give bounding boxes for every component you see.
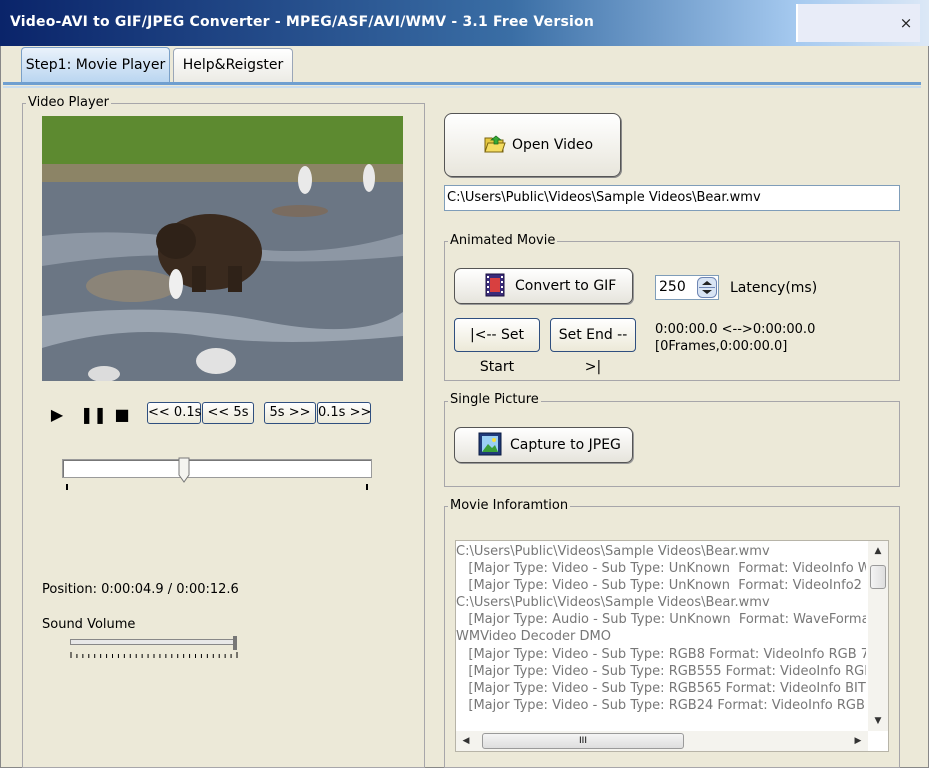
volume-ticks (70, 652, 238, 658)
info-line: C:\Users\Public\Videos\Sample Videos\Bea… (456, 544, 770, 559)
horizontal-scroll-thumb[interactable]: III (482, 733, 684, 749)
latency-spinner[interactable] (697, 277, 717, 298)
range-readout: 0:00:00.0 <-->0:00:00.0 [0Frames,0:00:00… (655, 321, 815, 355)
info-line: [Major Type: Video - Sub Type: RGB8 Form… (456, 646, 866, 662)
volume-slider[interactable] (70, 639, 236, 645)
info-line: WMVideo Decoder DMO (456, 629, 611, 645)
tab-help-register[interactable]: Help&Reigster (173, 48, 293, 82)
scroll-up-arrow-icon[interactable]: ▲ (868, 541, 888, 561)
range-frames: [0Frames,0:00:00.0] (655, 339, 788, 354)
open-folder-icon (484, 135, 506, 153)
movie-information-label: Movie Inforamtion (448, 498, 571, 513)
animated-movie-label: Animated Movie (448, 233, 558, 248)
scroll-down-arrow-icon[interactable]: ▼ (868, 711, 888, 731)
convert-to-gif-label: Convert to GIF (515, 278, 617, 294)
position-readout: Position: 0:00:04.9 / 0:00:12.6 (42, 582, 239, 597)
open-video-label: Open Video (512, 137, 594, 153)
capture-to-jpeg-label: Capture to JPEG (510, 437, 621, 453)
film-icon (485, 273, 505, 297)
info-lines: C:\Users\Public\Videos\Sample Videos\Bea… (456, 543, 866, 733)
step-back-0.1s-button[interactable]: << 0.1s (147, 402, 201, 424)
slider-tick (366, 484, 368, 490)
set-end-button[interactable]: Set End -->| (550, 318, 636, 375)
video-path-field[interactable]: C:\Users\Public\Videos\Sample Videos\Bea… (444, 185, 900, 211)
play-icon[interactable]: ▶ (48, 406, 66, 424)
video-player-label: Video Player (26, 95, 112, 110)
tab-underline-light (3, 86, 921, 88)
info-line: [Major Type: Video - Sub Type: RGB565 Fo… (456, 680, 866, 696)
horizontal-scrollbar[interactable]: ◀ III ▶ (456, 731, 868, 751)
close-button[interactable]: × (896, 13, 916, 33)
info-line: C:\Users\Public\Videos\Sample Videos\Bea… (456, 595, 770, 611)
info-line: [Major Type: Video - Sub Type: UnKnown F… (456, 578, 866, 594)
latency-label: Latency(ms) (730, 280, 818, 296)
picture-icon (478, 432, 502, 456)
stop-icon[interactable]: ■ (112, 406, 132, 424)
step-forward-0.1s-button[interactable]: 0.1s >> (317, 402, 371, 424)
volume-slider-thumb[interactable] (233, 636, 237, 650)
scroll-right-arrow-icon[interactable]: ▶ (848, 731, 868, 751)
vertical-scroll-thumb[interactable] (870, 565, 886, 589)
range-times: 0:00:00.0 <-->0:00:00.0 (655, 322, 816, 337)
video-still-image (42, 116, 403, 381)
window-title: Video-AVI to GIF/JPEG Converter - MPEG/A… (10, 14, 594, 30)
info-line: [Major Type: Video - Sub Type: RGB555 Fo… (456, 663, 866, 679)
set-start-button[interactable]: |<-- Set Start (454, 318, 540, 375)
vertical-scrollbar[interactable]: ▲ ▼ (868, 541, 888, 731)
info-line: [Major Type: Video - Sub Type: UnKnown F… (456, 561, 866, 577)
tab-underline (3, 82, 921, 85)
scroll-left-arrow-icon[interactable]: ◀ (456, 731, 476, 751)
pause-icon[interactable]: ❚❚ (80, 406, 107, 424)
slider-tick (66, 484, 68, 490)
step-back-5s-button[interactable]: << 5s (202, 402, 254, 424)
movie-information-list[interactable]: C:\Users\Public\Videos\Sample Videos\Bea… (455, 540, 889, 752)
position-slider-thumb[interactable] (178, 457, 190, 483)
sound-volume-label: Sound Volume (42, 617, 136, 632)
position-slider[interactable] (62, 459, 372, 478)
video-frame[interactable] (42, 116, 403, 381)
tab-movie-player[interactable]: Step1: Movie Player (21, 47, 170, 83)
single-picture-label: Single Picture (448, 392, 541, 407)
step-forward-5s-button[interactable]: 5s >> (264, 402, 316, 424)
info-line: [Major Type: Video - Sub Type: RGB24 For… (456, 697, 865, 713)
info-line: [Major Type: Audio - Sub Type: UnKnown F… (456, 612, 866, 628)
